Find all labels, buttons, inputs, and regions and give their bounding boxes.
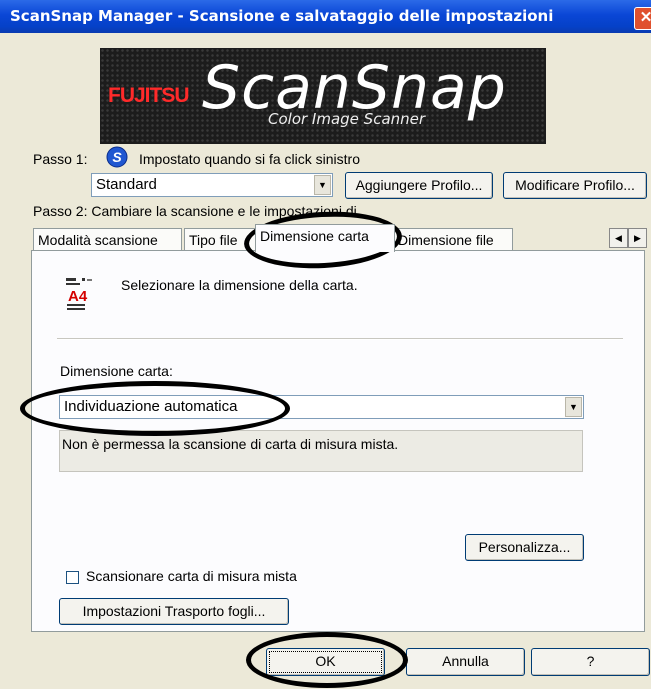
scansnap-logo: FUJITSU ScanSnap Color Image Scanner [100,48,546,144]
mixed-size-checkbox[interactable] [66,571,79,584]
product-name: ScanSnap [202,53,507,123]
paper-size-select[interactable]: Individuazione automatica ▼ [59,395,584,419]
chevron-down-icon[interactable]: ▼ [314,175,331,195]
svg-text:S: S [112,149,122,165]
title-bar: ScanSnap Manager - Scansione e salvatagg… [0,0,651,33]
a4-paper-icon: A4 [64,276,94,315]
info-box: Non è permessa la scansione di carta di … [59,430,583,472]
tab-file-size[interactable]: Dimensione file [393,228,513,251]
edit-profile-button[interactable]: Modificare Profilo... [503,172,647,199]
tab-file-type[interactable]: Tipo file [184,228,257,251]
window-title: ScanSnap Manager - Scansione e salvatagg… [10,7,554,25]
info-text: Non è permessa la scansione di carta di … [62,436,399,452]
profile-value: Standard [96,176,157,193]
fujitsu-logo: FUJITSU [108,84,190,107]
mixed-size-label: Scansionare carta di misura mista [86,568,297,584]
paper-size-label: Dimensione carta: [60,363,173,379]
tab-paper-size[interactable]: Dimensione carta [255,224,395,252]
chevron-down-icon[interactable]: ▼ [565,397,582,417]
step1-description: Impostato quando si fa click sinistro [139,151,360,167]
paper-size-value: Individuazione automatica [64,398,238,415]
product-tagline: Color Image Scanner [268,110,426,128]
step2-label: Passo 2: Cambiare la scansione e le impo… [33,203,357,219]
panel-heading: Selezionare la dimensione della carta. [121,277,358,293]
panel-divider [57,338,623,340]
cancel-button[interactable]: Annulla [406,648,525,676]
scansnap-s-icon: S [106,146,128,171]
tab-scan-mode[interactable]: Modalità scansione [33,228,182,251]
tab-scroll-right-icon[interactable]: ▶ [628,228,647,248]
profile-select[interactable]: Standard ▼ [91,173,333,197]
help-button[interactable]: ? [531,648,650,676]
svg-text:A4: A4 [68,288,88,305]
step1-label: Passo 1: [33,151,88,167]
add-profile-button[interactable]: Aggiungere Profilo... [345,172,493,199]
carrier-settings-button[interactable]: Impostazioni Trasporto fogli... [59,598,289,625]
customize-button[interactable]: Personalizza... [465,534,584,561]
close-button[interactable]: ✕ [634,7,651,30]
tab-scroll-left-icon[interactable]: ◀ [609,228,628,248]
ok-button[interactable]: OK [266,648,385,676]
